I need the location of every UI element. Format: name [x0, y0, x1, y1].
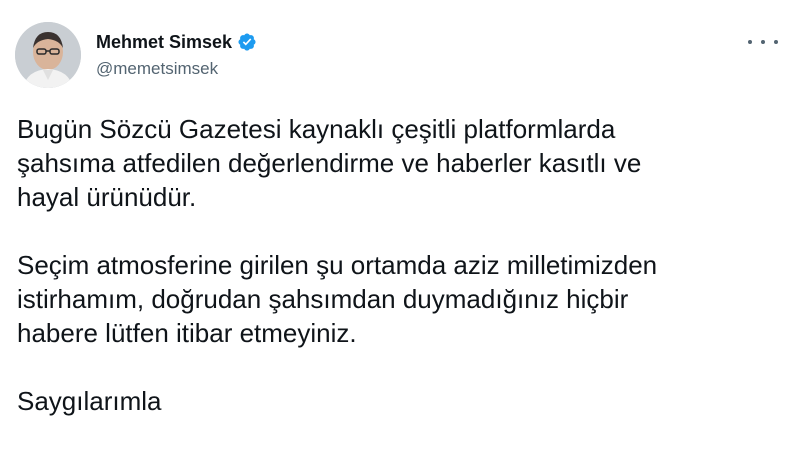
verified-badge-icon — [237, 32, 257, 52]
more-dot — [748, 40, 752, 44]
user-handle[interactable]: @memetsimsek — [96, 59, 218, 79]
tweet-text-line: Seçim atmosferine girilen şu ortamda azi… — [17, 250, 658, 280]
tweet-text-line: istirhamım, doğrudan şahsımdan duymadığı… — [17, 284, 629, 314]
tweet-text-line: hayal ürünüdür. — [17, 182, 197, 212]
tweet-card: Mehmet Simsek @memetsimsek Bugün Sözcü G… — [0, 0, 800, 456]
tweet-text-line: Saygılarımla — [17, 386, 162, 416]
author-name-row: Mehmet Simsek — [96, 30, 257, 54]
profile-photo-icon — [15, 22, 81, 88]
more-dot — [761, 40, 765, 44]
display-name[interactable]: Mehmet Simsek — [96, 32, 232, 53]
more-dot — [774, 40, 778, 44]
avatar[interactable] — [15, 22, 81, 88]
more-options-icon[interactable] — [748, 32, 778, 52]
tweet-text-line: şahsıma atfedilen değerlendirme ve haber… — [17, 148, 642, 178]
tweet-text-line: Bugün Sözcü Gazetesi kaynaklı çeşitli pl… — [17, 114, 616, 144]
tweet-text: Bugün Sözcü Gazetesi kaynaklı çeşitli pl… — [17, 112, 787, 418]
tweet-text-line: habere lütfen itibar etmeyiniz. — [17, 318, 357, 348]
